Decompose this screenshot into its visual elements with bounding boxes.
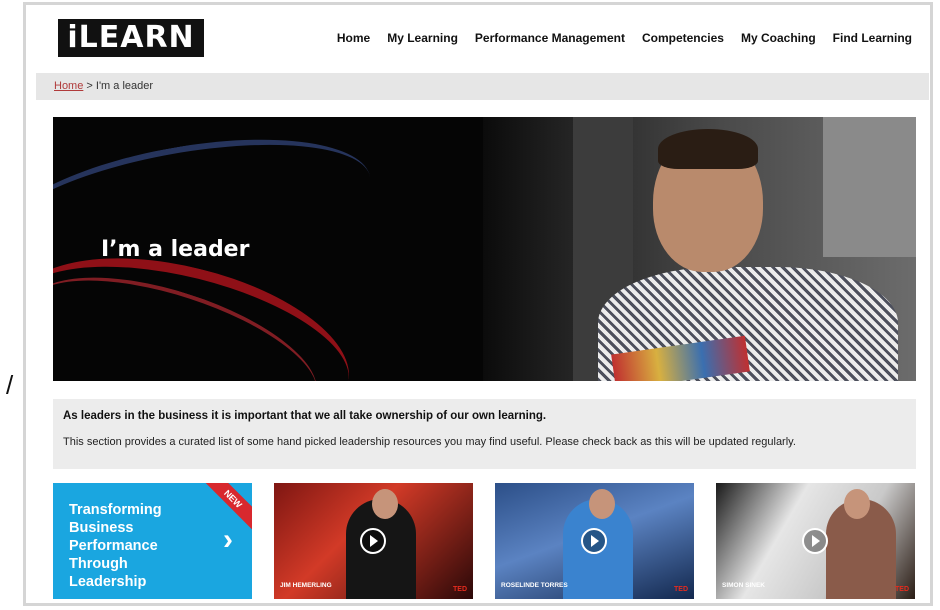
hero-window-light <box>823 117 916 257</box>
nav-my-coaching[interactable]: My Coaching <box>741 31 816 45</box>
promo-title: Transforming Business Performance Throug… <box>69 502 162 590</box>
hero-person-hair <box>658 129 758 169</box>
breadcrumb-bar: Home > I'm a leader <box>36 73 929 100</box>
nav-find-learning[interactable]: Find Learning <box>833 31 912 45</box>
ted-badge: TED <box>895 586 909 593</box>
breadcrumb: Home > I'm a leader <box>54 80 153 92</box>
ilearn-logo[interactable]: iLEARN <box>58 19 204 57</box>
main-nav: Home My Learning Performance Management … <box>337 31 912 45</box>
hero-title: I’m a leader <box>101 237 250 262</box>
breadcrumb-current: I'm a leader <box>95 80 154 92</box>
stray-mark: / <box>6 370 14 400</box>
chevron-right-icon: › <box>223 523 233 556</box>
resource-tiles: Transforming Business Performance Throug… <box>53 483 916 599</box>
intro-description: This section provides a curated list of … <box>63 436 796 448</box>
breadcrumb-separator: > <box>83 80 96 92</box>
video-speaker-name: SIMON SINEK <box>722 582 765 589</box>
intro-lead: As leaders in the business it is importa… <box>63 410 547 422</box>
logo-text: iLEARN <box>67 20 195 55</box>
browser-page: iLEARN Home My Learning Performance Mana… <box>23 2 933 606</box>
play-icon[interactable] <box>802 528 828 554</box>
nav-my-learning[interactable]: My Learning <box>387 31 458 45</box>
ted-badge: TED <box>674 586 688 593</box>
nav-performance-management[interactable]: Performance Management <box>475 31 625 45</box>
play-icon[interactable] <box>360 528 386 554</box>
promo-tile[interactable]: Transforming Business Performance Throug… <box>53 483 252 599</box>
video-tile[interactable]: JIM HEMERLING TED <box>274 483 473 599</box>
video-tile[interactable]: SIMON SINEK TED <box>716 483 915 599</box>
ted-badge: TED <box>453 586 467 593</box>
play-icon[interactable] <box>581 528 607 554</box>
speaker-head <box>372 489 398 519</box>
breadcrumb-home-link[interactable]: Home <box>54 80 83 92</box>
nav-home[interactable]: Home <box>337 31 370 45</box>
intro-panel: As leaders in the business it is importa… <box>53 399 916 469</box>
speaker-head <box>589 489 615 519</box>
video-tile[interactable]: ROSELINDE TORRES TED <box>495 483 694 599</box>
hero-banner: I’m a leader <box>53 117 916 381</box>
nav-competencies[interactable]: Competencies <box>642 31 724 45</box>
video-speaker-name: JIM HEMERLING <box>280 582 332 589</box>
video-speaker-name: ROSELINDE TORRES <box>501 582 568 589</box>
speaker-head <box>844 489 870 519</box>
